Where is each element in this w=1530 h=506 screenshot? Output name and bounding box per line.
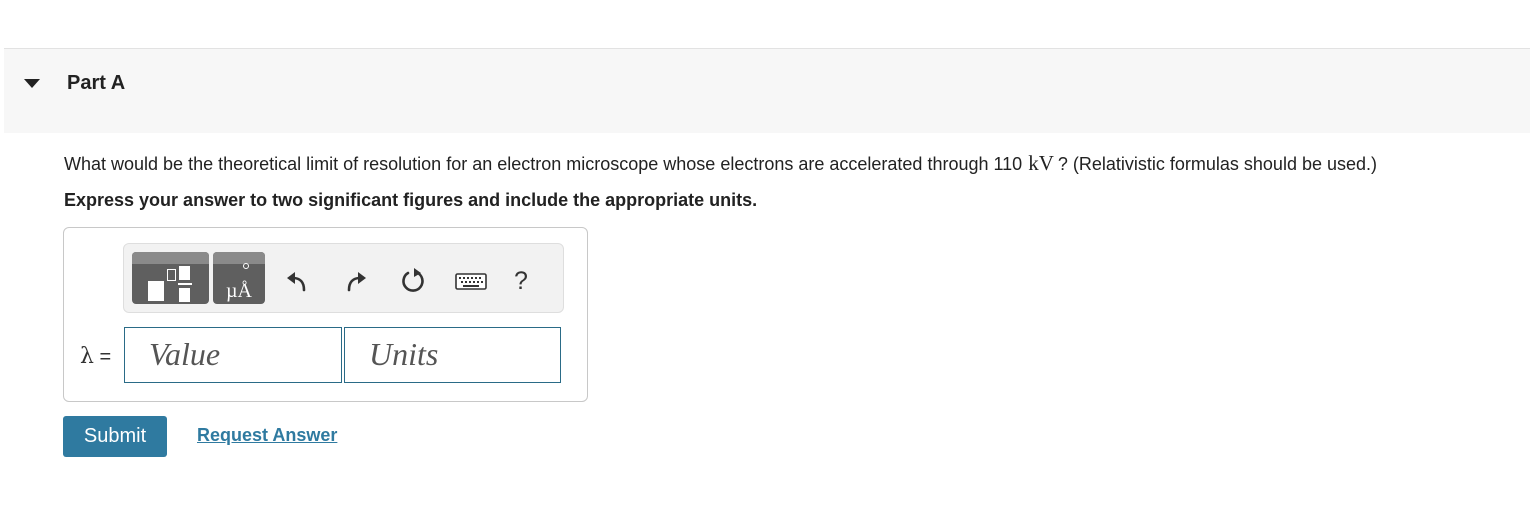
- answer-variable-label: λ =: [80, 344, 111, 369]
- question-text-after: ? (Relativistic formulas should be used.…: [1057, 154, 1377, 174]
- keyboard-icon[interactable]: [454, 266, 488, 296]
- help-icon[interactable]: ?: [514, 267, 528, 296]
- answer-instruction: Express your answer to two significant f…: [64, 190, 758, 210]
- submit-button[interactable]: Submit: [63, 416, 167, 457]
- collapse-caret-icon[interactable]: [24, 79, 40, 88]
- request-answer-link[interactable]: Request Answer: [197, 425, 337, 446]
- part-header[interactable]: [4, 49, 1530, 133]
- math-toolbar: µÅ ?: [123, 243, 564, 313]
- units-button[interactable]: µÅ: [213, 252, 265, 304]
- redo-icon[interactable]: [340, 266, 370, 296]
- answer-box: µÅ ? λ = Value Units: [63, 227, 588, 402]
- question-unit: kV: [1028, 151, 1054, 175]
- units-input[interactable]: Units: [344, 327, 561, 383]
- reset-icon[interactable]: [398, 266, 428, 296]
- part-title[interactable]: Part A: [67, 72, 125, 95]
- templates-icon: [132, 252, 209, 264]
- undo-icon[interactable]: [283, 266, 313, 296]
- question-text-before: What would be the theoretical limit of r…: [64, 154, 1023, 174]
- lambda-symbol: λ: [80, 344, 94, 369]
- templates-button[interactable]: [132, 252, 209, 304]
- value-input[interactable]: Value: [124, 327, 342, 383]
- question-text: What would be the theoretical limit of r…: [64, 151, 1377, 176]
- units-button-label: µÅ: [226, 280, 252, 302]
- units-icon: [243, 263, 249, 269]
- equals-sign: =: [99, 346, 112, 368]
